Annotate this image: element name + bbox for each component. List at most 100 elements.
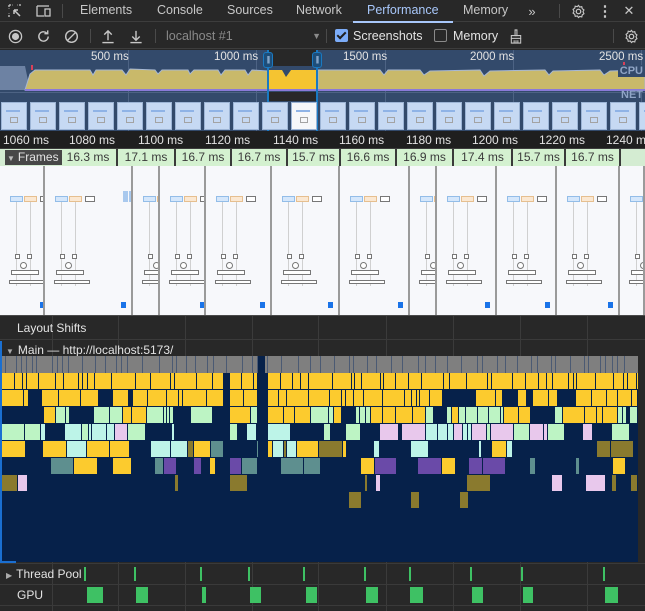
- frame-duration[interactable]: 15.7 ms: [513, 149, 566, 166]
- thread-pool-track-header[interactable]: ▶ Thread Pool: [6, 567, 82, 581]
- task-separator: [517, 356, 518, 373]
- load-profile-button[interactable]: [99, 27, 117, 45]
- clear-button[interactable]: [62, 27, 80, 45]
- frames-track-header[interactable]: ▼ Frames: [5, 150, 62, 165]
- timeline-overview[interactable]: 500 ms 1000 ms 1500 ms 2000 ms 2500 ms C…: [0, 50, 645, 131]
- task-separator: [482, 356, 483, 373]
- tab-console[interactable]: Console: [157, 0, 203, 22]
- screenshot-detail: [20, 262, 27, 269]
- screenshots-checkbox[interactable]: [335, 29, 348, 42]
- flame-event: [628, 373, 636, 389]
- thumb-detail: [528, 110, 542, 112]
- screenshot-detail: [421, 270, 435, 275]
- memory-checkbox[interactable]: [434, 29, 447, 42]
- flame-event: [468, 424, 471, 440]
- flame-event: [360, 407, 365, 423]
- task-separator: [605, 356, 606, 373]
- flame-event: [171, 373, 174, 389]
- overview-screenshot-thumb: [552, 102, 578, 130]
- thumb-detail: [296, 110, 310, 112]
- flame-event: [39, 373, 55, 389]
- close-devtools-icon[interactable]: ✕: [620, 2, 638, 20]
- flame-event: [115, 424, 127, 440]
- frame-duration[interactable]: 16.7 ms: [232, 149, 288, 166]
- frame-duration[interactable]: 16.9 ms: [397, 149, 454, 166]
- overview-screenshot-thumb: [494, 102, 520, 130]
- flame-event: [365, 475, 367, 491]
- flame-event: [563, 407, 584, 423]
- flame-event: [167, 407, 169, 423]
- thumb-detail: [93, 110, 107, 112]
- screenshot-frame: [272, 166, 340, 315]
- main-track-header[interactable]: ▼ Main — http://localhost:5173/: [6, 343, 173, 357]
- garbage-collect-icon[interactable]: [507, 27, 525, 45]
- frame-duration[interactable]: 16.6 ms: [341, 149, 397, 166]
- task-separator: [213, 356, 214, 373]
- tab-memory[interactable]: Memory: [463, 0, 508, 22]
- kebab-menu-icon[interactable]: ⋮: [596, 2, 614, 20]
- task-separator: [252, 356, 253, 373]
- flame-event: [18, 475, 27, 491]
- target-select[interactable]: localhost #1 ▼: [166, 27, 321, 45]
- task-separator: [105, 356, 106, 373]
- screenshot-detail: [233, 254, 238, 259]
- inspect-element-icon[interactable]: [6, 2, 24, 20]
- flame-event: [459, 407, 465, 423]
- flame-event: [346, 390, 353, 406]
- flame-event: [507, 441, 512, 457]
- frame-duration[interactable]: 17.4 ms: [454, 149, 513, 166]
- flame-event: [197, 373, 212, 389]
- timeline-ruler: 1060 ms 1080 ms 1100 ms 1120 ms 1140 ms …: [0, 131, 645, 149]
- ruler-label: 1120 ms: [205, 133, 251, 147]
- screenshot-detail: [577, 262, 584, 269]
- frame-duration[interactable]: 16.7 ms: [176, 149, 232, 166]
- frame-duration[interactable]: 17.1 ms: [118, 149, 176, 166]
- reload-record-button[interactable]: [34, 27, 52, 45]
- flame-event: [175, 475, 178, 491]
- save-profile-button[interactable]: [127, 27, 145, 45]
- flame-event: [2, 475, 17, 491]
- memory-label[interactable]: Memory: [453, 28, 498, 44]
- screenshot-detail: [398, 302, 403, 308]
- record-button[interactable]: [6, 27, 24, 45]
- more-tabs-icon[interactable]: »: [523, 2, 541, 20]
- layout-shifts-track-label[interactable]: Layout Shifts: [17, 321, 86, 335]
- flame-event: [74, 458, 97, 474]
- flame-event: [418, 458, 441, 474]
- screenshot-detail: [200, 302, 204, 308]
- tab-sources[interactable]: Sources: [227, 0, 273, 22]
- thumb-detail: [64, 110, 78, 112]
- thumb-detail: [39, 117, 47, 123]
- tab-network[interactable]: Network: [296, 0, 342, 22]
- flame-event: [268, 424, 290, 440]
- overview-screenshot-thumb: [233, 102, 259, 130]
- screenshot-detail: [461, 196, 474, 202]
- flame-event: [555, 407, 562, 423]
- frame-duration[interactable]: 16.7 ms: [566, 149, 621, 166]
- main-thread-flamechart[interactable]: [2, 356, 638, 562]
- screenshot-detail: [230, 196, 243, 202]
- flame-event: [2, 373, 14, 389]
- flame-event: [254, 373, 257, 389]
- device-toolbar-icon[interactable]: [35, 2, 53, 20]
- capture-settings-icon[interactable]: [622, 27, 640, 45]
- frame-duration[interactable]: 16.3 ms: [60, 149, 118, 166]
- selection-left-grip[interactable]: ||: [263, 52, 273, 68]
- selection-right-grip[interactable]: ||: [312, 52, 322, 68]
- flame-event: [607, 390, 617, 406]
- thumb-detail: [10, 117, 18, 123]
- settings-gear-icon[interactable]: [569, 2, 587, 20]
- frame-duration[interactable]: 15.7 ms: [288, 149, 341, 166]
- flame-event: [611, 441, 633, 457]
- flame-event: [268, 407, 283, 423]
- thread-pool-event: [200, 567, 202, 581]
- task-separator: [298, 356, 299, 373]
- tab-elements[interactable]: Elements: [80, 0, 132, 22]
- screenshots-label[interactable]: Screenshots: [353, 28, 422, 44]
- flame-event: [376, 475, 380, 491]
- screenshot-detail: [215, 280, 251, 284]
- flame-event: [211, 441, 223, 457]
- screenshot-detail: [226, 262, 233, 269]
- tab-performance[interactable]: Performance: [353, 0, 453, 23]
- task-separator: [226, 356, 227, 373]
